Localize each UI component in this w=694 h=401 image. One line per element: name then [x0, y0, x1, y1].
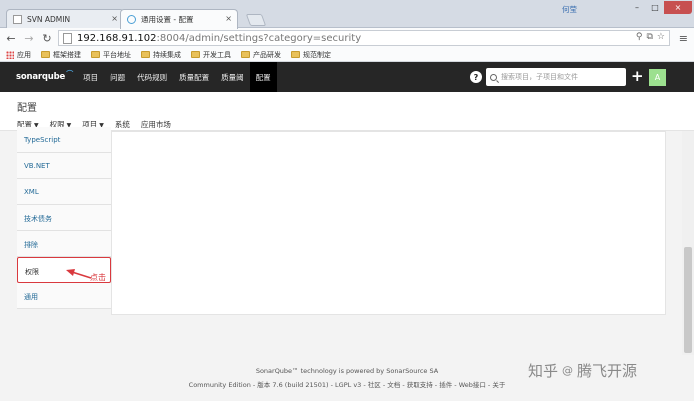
sidebar-item-general[interactable]: 通用 [17, 283, 111, 309]
bookmark-folder[interactable]: 产品研发 [241, 50, 281, 60]
folder-icon [41, 51, 50, 58]
reload-icon[interactable]: ↻ [40, 31, 54, 45]
browser-menu-icon[interactable]: ≡ [679, 32, 688, 45]
folder-icon [191, 51, 200, 58]
page-scrollbar[interactable] [682, 131, 694, 355]
sidebar-item-vbnet[interactable]: VB.NET [17, 153, 111, 179]
avatar[interactable]: A [649, 69, 666, 86]
nav-item-issues[interactable]: 问题 [104, 62, 131, 92]
folder-icon [241, 51, 250, 58]
create-plus-button[interactable]: + [631, 67, 644, 85]
settings-category-sidebar: TypeScript VB.NET XML 技术债务 排除 权限 通用 [17, 127, 111, 315]
minimize-button[interactable]: – [628, 1, 646, 14]
help-icon[interactable]: ? [470, 71, 482, 83]
bookmark-folder[interactable]: 开发工具 [191, 50, 231, 60]
nav-item-rules[interactable]: 代码规则 [131, 62, 173, 92]
search-placeholder: 搜索项目，子项目和文件 [501, 73, 578, 81]
search-icon [490, 73, 497, 81]
maximize-button[interactable]: □ [646, 1, 664, 14]
sonarqube-logo[interactable]: sonarqube ⌒ [16, 70, 73, 82]
key-icon[interactable]: ⚲ [636, 32, 643, 42]
sidebar-item-exclusions[interactable]: 排除 [17, 231, 111, 257]
sonarqube-navbar: sonarqube ⌒ 项目 问题 代码规则 质量配置 质量阈 配置 ? 搜索项目… [0, 62, 694, 92]
page-header: 配置 配置 ▼ 权限 ▼ 项目 ▼ 系统 应用市场 [0, 92, 694, 134]
annotation-text: 点击 [90, 273, 106, 282]
address-bar[interactable]: 192.168.91.102:8004/admin/settings?categ… [58, 30, 670, 46]
scrollbar-thumb[interactable] [684, 247, 692, 353]
tab-settings[interactable]: 通用设置 - 配置 × [120, 9, 238, 29]
page-icon [13, 15, 22, 24]
sidebar-item-typescript[interactable]: TypeScript [17, 127, 111, 153]
window-user: 何莹 [562, 5, 577, 14]
back-arrow-icon[interactable]: ← [4, 31, 18, 45]
browser-toolbar: ← → ↻ 192.168.91.102:8004/admin/settings… [0, 28, 694, 48]
tab-close-icon[interactable]: × [225, 14, 232, 23]
settings-main-panel [111, 131, 666, 315]
settings-content: TypeScript VB.NET XML 技术债务 排除 权限 通用 点击 [0, 127, 694, 355]
sonarqube-favicon-icon [127, 15, 136, 24]
tab-title: SVN ADMIN [27, 15, 71, 24]
tab-close-icon[interactable]: × [111, 14, 118, 23]
logo-wave-icon: ⌒ [66, 70, 74, 78]
bookmark-folder[interactable]: 平台地址 [91, 50, 131, 60]
sidebar-item-xml[interactable]: XML [17, 179, 111, 205]
bookmark-folder[interactable]: 框架搭建 [41, 50, 81, 60]
folder-icon [91, 51, 100, 58]
nav-item-administration[interactable]: 配置 [249, 62, 277, 92]
url-host: 192.168.91.102 [77, 32, 157, 44]
sidebar-item-technical-debt[interactable]: 技术债务 [17, 205, 111, 231]
bookmark-apps[interactable]: 应用 [6, 50, 31, 60]
page-title: 配置 [17, 103, 37, 114]
translate-icon[interactable]: ⧉ [646, 32, 652, 42]
bookmark-folder[interactable]: 持续集成 [141, 50, 181, 60]
nav-item-projects[interactable]: 项目 [77, 62, 104, 92]
forward-arrow-icon[interactable]: → [22, 31, 36, 45]
new-tab-button[interactable] [245, 14, 267, 26]
watermark: 知乎 @ 腾飞开源 [528, 362, 638, 380]
nav-item-quality-profiles[interactable]: 质量配置 [173, 62, 215, 92]
bookmark-folder[interactable]: 规范制定 [291, 50, 331, 60]
search-input[interactable]: 搜索项目，子项目和文件 [486, 68, 626, 86]
bookmark-star-icon[interactable]: ☆ [657, 32, 665, 42]
nav-item-quality-gates[interactable]: 质量阈 [215, 62, 250, 92]
url-path: :8004/admin/settings?category=security [156, 32, 362, 44]
bookmarks-bar: 应用 框架搭建 平台地址 持续集成 开发工具 产品研发 规范制定 [0, 48, 694, 62]
tab-svn-admin[interactable]: SVN ADMIN × [6, 9, 124, 29]
apps-grid-icon [6, 50, 14, 59]
window-close-button[interactable]: × [664, 1, 692, 14]
page-icon [63, 32, 72, 44]
folder-icon [141, 51, 150, 58]
folder-icon [291, 51, 300, 58]
tab-title: 通用设置 - 配置 [141, 15, 194, 24]
browser-tabstrip: SVN ADMIN × 通用设置 - 配置 × 何莹 – □ × [0, 0, 694, 29]
annotation-arrow-icon [66, 269, 92, 279]
